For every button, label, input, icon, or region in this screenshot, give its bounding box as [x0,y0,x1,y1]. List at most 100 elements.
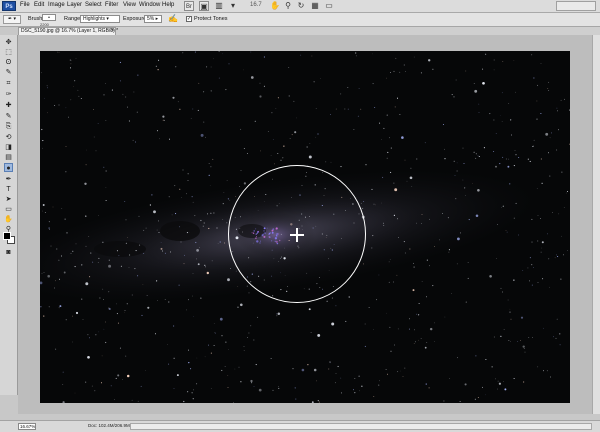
menu-image[interactable]: Image [48,2,65,8]
zoom-view-icon[interactable]: ⚲ [283,1,293,11]
menu-file[interactable]: File [20,2,30,8]
zoom-tool-icon[interactable]: ⚲ [4,225,13,234]
document-info[interactable]: Doc: 102.4M/206.9M [88,423,130,428]
workspace-switcher[interactable] [556,1,596,11]
star [197,263,200,266]
brush-preset-picker[interactable]: • [42,14,56,21]
menu-edit[interactable]: Edit [34,2,44,8]
star [208,174,210,176]
crop-tool-icon[interactable]: ⌗ [4,79,13,88]
zoom-tool-icon[interactable]: ▾ [228,1,238,11]
airbrush-icon[interactable]: ✍ [168,14,178,24]
menu-window[interactable]: Window [139,2,160,8]
brush-tool-icon[interactable]: ✎ [4,112,13,121]
star [164,252,166,254]
marquee-tool-icon[interactable]: ⬚ [4,48,13,57]
history-brush-tool-icon[interactable]: ⟲ [4,133,13,142]
menu-select[interactable]: Select [85,2,102,8]
star [354,377,356,380]
clone-stamp-tool-icon[interactable]: ⎘ [4,122,13,131]
menu-layer[interactable]: Layer [67,2,82,8]
star [228,349,229,350]
star [305,175,307,177]
star [472,183,473,184]
star [325,161,327,163]
star [483,147,485,149]
status-zoom-field[interactable]: 16.67% [18,423,36,430]
star [561,171,563,173]
star [509,183,511,185]
star [183,263,185,265]
star [313,368,317,372]
vertical-scrollbar[interactable] [592,35,600,414]
star [277,312,281,315]
shape-tool-icon[interactable]: ▭ [4,205,13,214]
star [428,59,431,62]
screen-mode-icon[interactable]: ▭ [324,1,334,11]
protect-tones-checkbox[interactable]: ✓ [186,16,192,22]
star [328,258,330,260]
gradient-tool-icon[interactable]: ▤ [4,153,13,162]
quick-select-tool-icon[interactable]: ✎ [4,68,13,77]
star [498,382,501,385]
star [168,138,171,140]
eyedropper-tool-icon[interactable]: ✑ [4,90,13,99]
star [85,282,89,286]
star [475,355,477,357]
star [499,163,501,165]
star [70,63,72,65]
bridge-icon[interactable]: Br [184,1,194,11]
star [513,165,515,167]
hand-tool-icon[interactable]: ✋ [4,215,13,224]
type-tool-icon[interactable]: T [4,185,13,194]
star [234,368,236,370]
quick-mask-icon[interactable]: ◙ [4,248,13,257]
menu-help[interactable]: Help [162,2,174,8]
range-select[interactable]: Highlights ▾ [80,15,120,23]
star [49,229,51,230]
star [341,238,342,239]
hand-tool-icon[interactable]: ▥ [214,1,224,11]
star [196,357,198,359]
star [105,83,106,84]
close-icon[interactable]: × [111,28,115,35]
pen-tool-icon[interactable]: ✒ [4,175,13,184]
star [120,265,122,267]
lasso-tool-icon[interactable]: ʘ [4,58,13,67]
menu-view[interactable]: View [123,2,136,8]
star [318,277,320,278]
move-tool-icon[interactable]: ✥ [4,38,13,47]
star [197,109,199,111]
star [381,202,382,204]
path-select-tool-icon[interactable]: ➤ [4,195,13,204]
zoom-level[interactable]: 16.7 [250,2,262,8]
star [47,274,50,278]
star [240,128,242,130]
horizontal-scrollbar[interactable] [130,423,592,430]
nebula-dot [255,233,257,235]
arrange-documents-icon[interactable]: ▦ [310,1,320,11]
star [203,121,205,123]
milky-way-photo[interactable] [40,51,570,403]
star [428,387,430,389]
tool-preset-picker[interactable]: ✒ ▾ [3,15,21,24]
star [560,99,562,101]
healing-brush-tool-icon[interactable]: ✚ [4,101,13,110]
exposure-field[interactable]: 5% ▸ [144,15,162,23]
star [179,188,181,190]
document-tab[interactable]: DSC_5190.jpg @ 16.7% (Layer 1, RGB/8) * … [18,27,118,35]
star [280,289,282,291]
star [513,217,515,219]
star [214,332,216,334]
star [41,140,43,142]
star [88,236,90,237]
dodge-burn-tool-icon[interactable]: ● [4,163,13,172]
rotate-view-icon[interactable]: ✋ [270,1,280,11]
star [354,392,356,394]
eraser-tool-icon[interactable]: ◨ [4,143,13,152]
rotate-icon[interactable]: ↻ [296,1,306,11]
star [321,233,323,235]
star [251,382,253,384]
menu-filter[interactable]: Filter [105,2,118,8]
mini-bridge-icon[interactable]: ▣ [199,1,209,11]
